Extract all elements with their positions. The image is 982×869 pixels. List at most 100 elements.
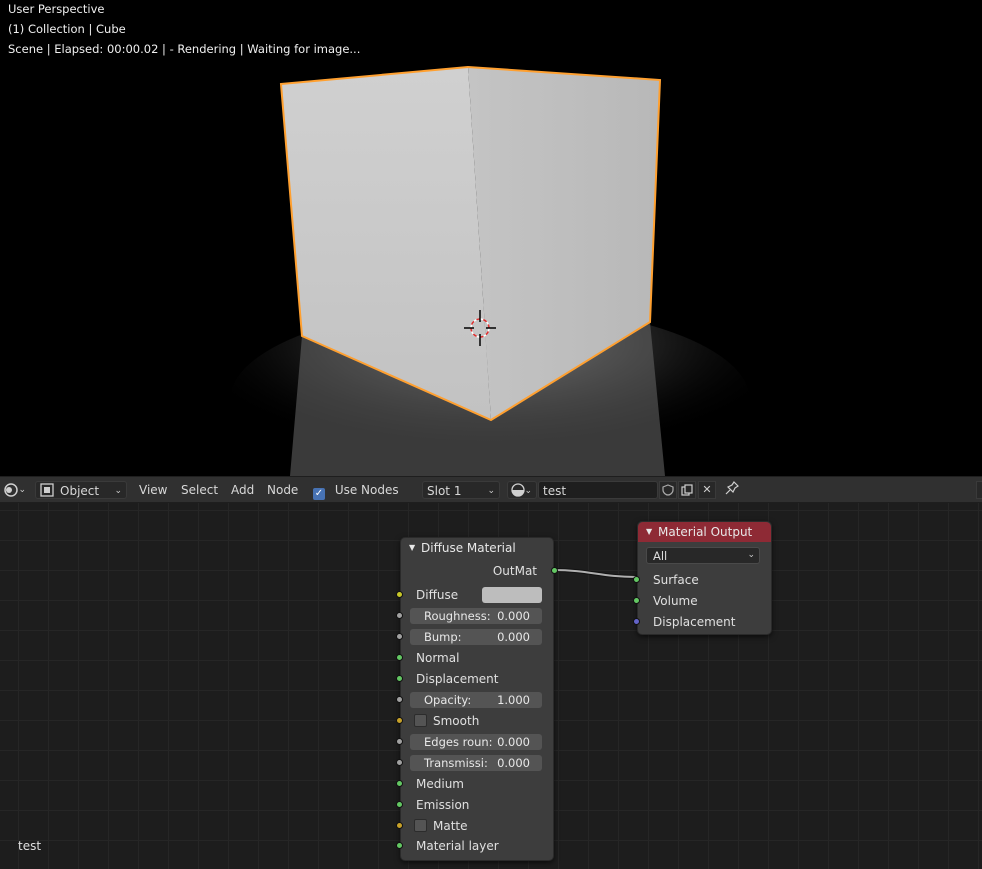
input-medium-label: Medium	[416, 777, 464, 791]
input-volume-label: Volume	[653, 594, 698, 608]
input-diffuse: Diffuse	[396, 585, 553, 605]
node-title: Material Output	[658, 525, 753, 539]
editor-type-selector[interactable]: ⌄	[2, 481, 30, 499]
viewport-object-label: (1) Collection | Cube	[8, 22, 126, 36]
fake-user-button[interactable]	[659, 481, 677, 499]
collapse-triangle-icon[interactable]: ▼	[409, 538, 415, 558]
viewport-render-status: Scene | Elapsed: 00:00.02 | - Rendering …	[8, 42, 361, 56]
shader-type-dropdown[interactable]: Object ⌄	[35, 481, 127, 499]
socket-normal[interactable]	[396, 654, 403, 661]
slot-value: Slot 1	[427, 484, 462, 498]
edges-rounding-field[interactable]: Edges roun: 0.000	[410, 734, 542, 750]
socket-bump[interactable]	[396, 633, 403, 640]
socket-surface[interactable]	[633, 576, 640, 583]
input-edges-rounding: Edges roun: 0.000	[396, 732, 553, 752]
use-nodes-toggle[interactable]: ✓ Use Nodes	[313, 481, 399, 500]
smooth-checkbox[interactable]	[414, 714, 427, 727]
chevron-down-icon: ⌄	[487, 486, 495, 496]
input-bump: Bump: 0.000	[396, 627, 553, 647]
socket-edges-rounding[interactable]	[396, 738, 403, 745]
slot-dropdown[interactable]: Slot 1 ⌄	[422, 481, 500, 499]
viewport-perspective-label: User Perspective	[8, 2, 105, 16]
matte-toggle[interactable]: Matte	[414, 816, 468, 836]
input-emission: Emission	[396, 795, 553, 815]
input-opacity: Opacity: 1.000	[396, 690, 553, 710]
socket-diffuse[interactable]	[396, 591, 403, 598]
socket-output-displacement[interactable]	[633, 618, 640, 625]
input-displacement-label: Displacement	[416, 672, 499, 686]
socket-opacity[interactable]	[396, 696, 403, 703]
material-browse-button[interactable]: ⌄	[507, 481, 537, 499]
opacity-value: 1.000	[497, 693, 530, 707]
render-canvas	[230, 65, 750, 476]
output-target-dropdown[interactable]: All ⌄	[646, 547, 760, 564]
input-displacement: Displacement	[396, 669, 553, 689]
menu-view[interactable]: View	[139, 481, 167, 499]
output-outmat-label: OutMat	[492, 564, 537, 578]
duplicate-material-button[interactable]	[678, 481, 696, 499]
transmission-field[interactable]: Transmissi: 0.000	[410, 755, 542, 771]
3d-viewport[interactable]: User Perspective (1) Collection | Cube S…	[0, 0, 982, 476]
use-nodes-label: Use Nodes	[334, 483, 399, 497]
input-material-layer-label: Material layer	[416, 839, 499, 853]
node-editor-header: ⌄ Object ⌄ View Select Add Node ✓ Use No…	[0, 476, 982, 503]
material-name-value: test	[543, 484, 567, 498]
unlink-material-button[interactable]: ✕	[698, 481, 716, 499]
input-transmission: Transmissi: 0.000	[396, 753, 553, 773]
input-medium: Medium	[396, 774, 553, 794]
output-outmat: OutMat	[401, 561, 558, 581]
edges-rounding-label: Edges roun:	[424, 735, 493, 749]
close-icon: ✕	[702, 483, 712, 496]
bump-label: Bump:	[424, 630, 462, 644]
matte-checkbox[interactable]	[414, 819, 427, 832]
transmission-label: Transmissi:	[424, 756, 488, 770]
socket-emission[interactable]	[396, 801, 403, 808]
transmission-value: 0.000	[497, 756, 530, 770]
bump-value: 0.000	[497, 630, 530, 644]
roughness-field[interactable]: Roughness: 0.000	[410, 608, 542, 624]
collapse-triangle-icon[interactable]: ▼	[646, 522, 652, 542]
socket-smooth[interactable]	[396, 717, 403, 724]
bump-field[interactable]: Bump: 0.000	[410, 629, 542, 645]
input-surface: Surface	[633, 570, 771, 590]
node-link-outmat-surface-inner	[552, 569, 638, 578]
node-title-bar[interactable]: ▼ Material Output	[638, 522, 771, 542]
material-output-node[interactable]: ▼ Material Output All ⌄ Surface Volume D…	[633, 521, 772, 635]
object-icon	[40, 483, 54, 497]
node-editor-canvas[interactable]: ▼ Diffuse Material OutMat Diffuse Roughn…	[0, 503, 982, 869]
input-output-displacement: Displacement	[633, 612, 771, 632]
diffuse-color-swatch[interactable]	[482, 587, 542, 603]
socket-displacement[interactable]	[396, 675, 403, 682]
input-diffuse-label: Diffuse	[416, 588, 459, 602]
material-sphere-icon	[511, 483, 525, 497]
chevron-down-icon: ⌄	[747, 550, 755, 560]
output-target-value: All	[653, 549, 668, 563]
chevron-down-icon: ⌄	[114, 486, 122, 496]
input-surface-label: Surface	[653, 573, 699, 587]
menu-node[interactable]: Node	[267, 481, 298, 499]
input-normal-label: Normal	[416, 651, 460, 665]
opacity-label: Opacity:	[424, 693, 472, 707]
material-name-field[interactable]: test	[538, 481, 658, 499]
node-title-bar[interactable]: ▼ Diffuse Material	[401, 538, 553, 558]
input-normal: Normal	[396, 648, 553, 668]
chevron-down-icon: ⌄	[524, 486, 532, 496]
pin-button[interactable]	[725, 481, 741, 499]
header-scroll-edge[interactable]	[976, 481, 982, 499]
input-matte: Matte	[396, 816, 553, 836]
input-volume: Volume	[633, 591, 771, 611]
socket-volume[interactable]	[633, 597, 640, 604]
socket-transmission[interactable]	[396, 759, 403, 766]
socket-outmat[interactable]	[551, 567, 558, 574]
diffuse-material-node[interactable]: ▼ Diffuse Material OutMat Diffuse Roughn…	[396, 537, 558, 861]
socket-medium[interactable]	[396, 780, 403, 787]
smooth-toggle[interactable]: Smooth	[414, 711, 479, 731]
menu-select[interactable]: Select	[181, 481, 218, 499]
use-nodes-checkbox[interactable]: ✓	[313, 488, 325, 500]
menu-add[interactable]: Add	[231, 481, 254, 499]
socket-matte[interactable]	[396, 822, 403, 829]
opacity-field[interactable]: Opacity: 1.000	[410, 692, 542, 708]
socket-material-layer[interactable]	[396, 842, 403, 849]
input-emission-label: Emission	[416, 798, 470, 812]
socket-roughness[interactable]	[396, 612, 403, 619]
